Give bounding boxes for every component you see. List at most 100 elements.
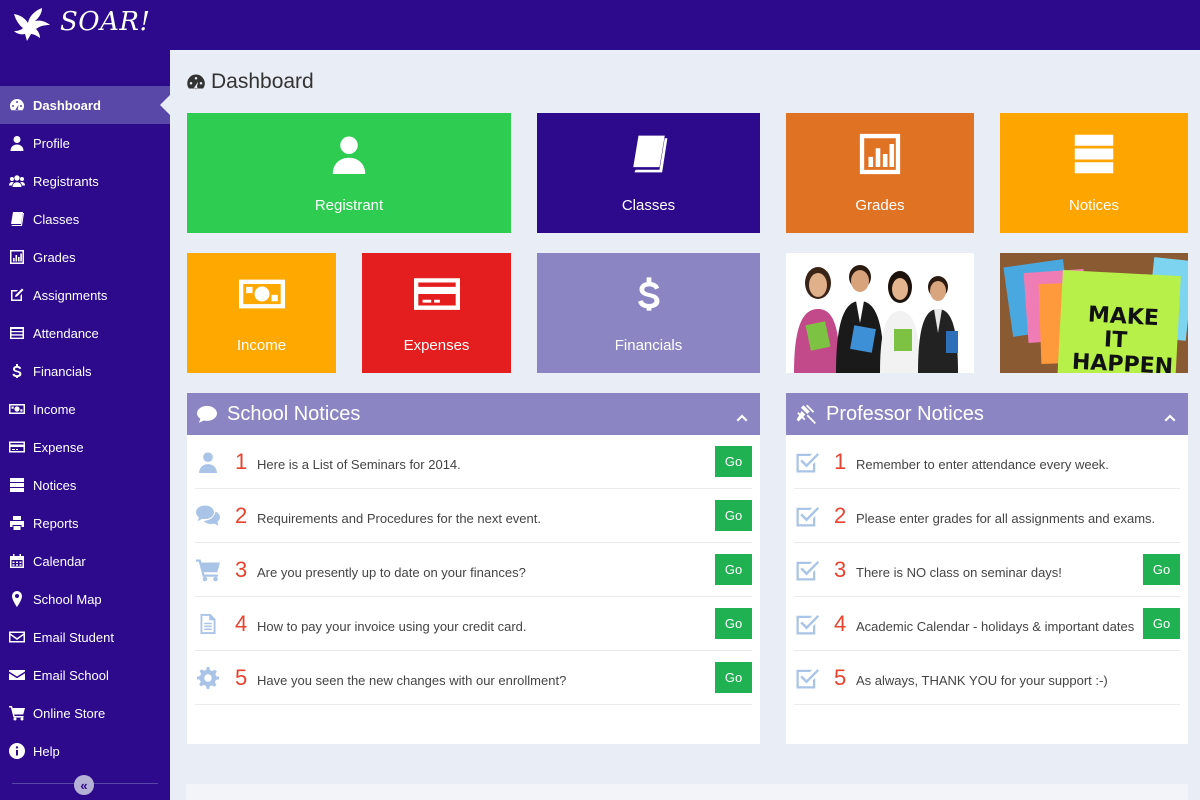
- comment-icon: [197, 404, 217, 424]
- sidebar-item-profile[interactable]: Profile: [0, 124, 170, 162]
- sidebar-item-label: Assignments: [33, 287, 108, 303]
- chevron-up-icon[interactable]: [736, 407, 748, 419]
- credit-card-icon: [9, 439, 25, 455]
- sidebar-item-label: School Map: [33, 591, 102, 607]
- sidebar-item-label: Attendance: [33, 325, 99, 341]
- list-item: 3 Are you presently up to date on your f…: [195, 543, 752, 597]
- sidebar-item-calendar[interactable]: Calendar: [0, 542, 170, 580]
- sidebar-item-help[interactable]: Help: [0, 732, 170, 770]
- financials-tile[interactable]: Financials: [537, 253, 760, 373]
- user-icon: [329, 131, 369, 177]
- user-icon: [9, 135, 25, 151]
- item-text: Academic Calendar - holidays & important…: [856, 619, 1135, 634]
- expenses-tile[interactable]: Expenses: [362, 253, 511, 373]
- sidebar-item-label: Financials: [33, 363, 92, 379]
- sidebar-item-reports[interactable]: Reports: [0, 504, 170, 542]
- professor-notices-panel: Professor Notices 1 Remember to enter at…: [786, 393, 1188, 744]
- item-number: 1: [834, 448, 847, 474]
- income-tile[interactable]: Income: [187, 253, 336, 373]
- sidebar-collapse-button[interactable]: «: [74, 775, 94, 795]
- sidebar-item-label: Email School: [33, 667, 109, 683]
- item-text: Please enter grades for all assignments …: [856, 511, 1156, 526]
- item-number: 3: [235, 556, 248, 582]
- go-button[interactable]: Go: [1143, 608, 1180, 639]
- notices-tile[interactable]: Notices: [1000, 113, 1188, 233]
- check-square-icon: [794, 611, 820, 637]
- notice-list: 1 Here is a List of Seminars for 2014. G…: [187, 435, 760, 705]
- check-square-icon: [794, 665, 820, 691]
- sidebar-item-online-store[interactable]: Online Store: [0, 694, 170, 732]
- page-title-text: Dashboard: [211, 70, 314, 93]
- sidebar-item-assignments[interactable]: Assignments: [0, 276, 170, 314]
- comments-icon: [195, 503, 221, 529]
- tile-label: Income: [236, 337, 287, 354]
- user-icon: [195, 449, 221, 475]
- item-number: 3: [834, 556, 847, 582]
- sidebar-item-label: Calendar: [33, 553, 86, 569]
- item-text: As always, THANK YOU for your support :-…: [856, 673, 1108, 688]
- list-item: 1 Here is a List of Seminars for 2014. G…: [195, 435, 752, 489]
- sticky-notes-illustration: MAKE IT HAPPEN: [1000, 253, 1188, 373]
- list-item: 2 Requirements and Procedures for the ne…: [195, 489, 752, 543]
- panel-title: School Notices: [227, 402, 361, 425]
- sidebar-nav: Dashboard Profile Registrants Classes Gr…: [0, 86, 170, 770]
- go-button[interactable]: Go: [715, 500, 752, 531]
- sidebar-item-dashboard[interactable]: Dashboard: [0, 86, 170, 124]
- envelope-o-icon: [9, 629, 25, 645]
- sidebar-item-expense[interactable]: Expense: [0, 428, 170, 466]
- bottom-panel-edge: [186, 784, 1188, 800]
- logo[interactable]: SOAR!: [12, 4, 150, 46]
- sidebar-item-notices[interactable]: Notices: [0, 466, 170, 504]
- go-button[interactable]: Go: [715, 662, 752, 693]
- go-button[interactable]: Go: [715, 554, 752, 585]
- sidebar: Dashboard Profile Registrants Classes Gr…: [0, 50, 170, 800]
- dashboard-icon: [186, 72, 206, 92]
- go-button[interactable]: Go: [715, 446, 752, 477]
- dashboard-icon: [9, 97, 25, 113]
- calendar-icon: [9, 553, 25, 569]
- sidebar-item-financials[interactable]: Financials: [0, 352, 170, 390]
- tile-label: Expenses: [403, 337, 470, 354]
- sidebar-item-registrants[interactable]: Registrants: [0, 162, 170, 200]
- item-text: Are you presently up to date on your fin…: [257, 565, 526, 580]
- top-bar: SOAR!: [0, 0, 1200, 50]
- sidebar-item-attendance[interactable]: Attendance: [0, 314, 170, 352]
- list-item: 4 How to pay your invoice using your cre…: [195, 597, 752, 651]
- tile-label: Notices: [1068, 197, 1120, 214]
- eagle-logo-icon: [14, 8, 50, 41]
- bar-chart-icon: [857, 131, 903, 177]
- sidebar-item-email-school[interactable]: Email School: [0, 656, 170, 694]
- money-icon: [239, 271, 285, 317]
- tile-label: Financials: [614, 337, 683, 354]
- students-photo: [786, 253, 974, 373]
- sidebar-item-label: Profile: [33, 135, 70, 151]
- tile-label: Classes: [621, 197, 676, 214]
- tasks-icon: [1072, 131, 1116, 177]
- chevron-up-icon[interactable]: [1164, 407, 1176, 419]
- go-button[interactable]: Go: [715, 608, 752, 639]
- notice-list: 1 Remember to enter attendance every wee…: [786, 435, 1188, 705]
- file-icon: [195, 611, 221, 637]
- sidebar-item-label: Reports: [33, 515, 79, 531]
- svg-text:IT: IT: [1103, 327, 1127, 353]
- check-square-icon: [794, 557, 820, 583]
- bar-chart-icon: [9, 249, 25, 265]
- item-number: 2: [235, 502, 248, 528]
- dollar-icon: [9, 363, 25, 379]
- list-item: 1 Remember to enter attendance every wee…: [794, 435, 1180, 489]
- sidebar-item-label: Classes: [33, 211, 80, 227]
- classes-tile[interactable]: Classes: [537, 113, 760, 233]
- check-square-icon: [794, 449, 820, 475]
- registrant-tile[interactable]: Registrant: [187, 113, 511, 233]
- sidebar-item-income[interactable]: Income: [0, 390, 170, 428]
- sidebar-item-grades[interactable]: Grades: [0, 238, 170, 276]
- book-icon: [9, 211, 25, 227]
- money-icon: [9, 401, 25, 417]
- sidebar-item-classes[interactable]: Classes: [0, 200, 170, 238]
- item-text: Requirements and Procedures for the next…: [257, 511, 541, 526]
- grades-tile[interactable]: Grades: [786, 113, 974, 233]
- sidebar-item-school-map[interactable]: School Map: [0, 580, 170, 618]
- go-button[interactable]: Go: [1143, 554, 1180, 585]
- sidebar-item-email-student[interactable]: Email Student: [0, 618, 170, 656]
- sidebar-item-label: Notices: [33, 477, 77, 493]
